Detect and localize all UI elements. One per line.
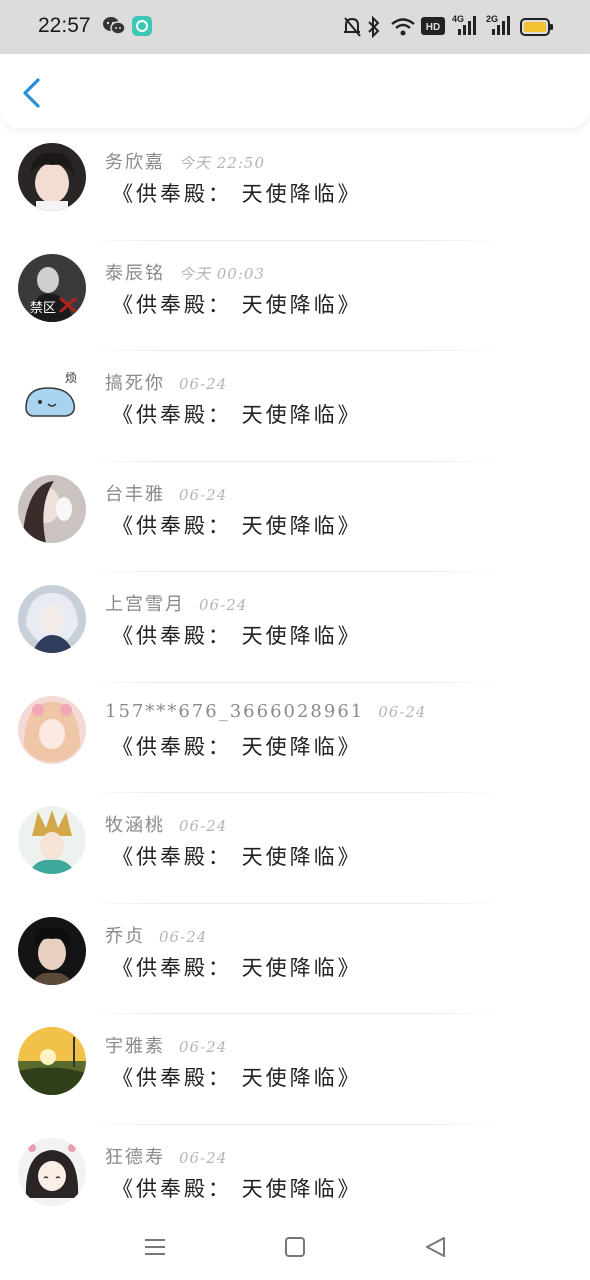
sender-name: 牧涵桃 xyxy=(105,815,165,836)
user-avatar[interactable] xyxy=(18,916,86,985)
user-avatar[interactable]: 禁区 xyxy=(18,253,86,322)
sender-name: 务欣嘉 xyxy=(105,152,165,173)
signal-4g-icon: 4G xyxy=(452,13,480,41)
message-meta: 泰辰铭 今天 00:03 xyxy=(105,259,265,285)
message-list: 务欣嘉 今天 22:50 《供奉殿： 天使降临》 禁区 泰辰铭 今天 00:03 《… xyxy=(0,130,590,1235)
bluetooth-icon xyxy=(366,15,382,42)
user-avatar[interactable] xyxy=(18,695,86,764)
user-avatar[interactable] xyxy=(18,474,86,543)
message-time: 06-24 xyxy=(179,1148,228,1167)
message-preview: 《供奉殿： 天使降临》 xyxy=(112,624,362,648)
status-bar: 22:57 HD 4G 2G xyxy=(0,0,590,54)
message-meta: 狂德寿 06-24 xyxy=(105,1143,227,1169)
message-row[interactable]: 上宫雪月 06-24 《供奉殿： 天使降临》 xyxy=(0,572,590,683)
wifi-icon xyxy=(390,16,416,42)
message-preview: 《供奉殿： 天使降临》 xyxy=(112,403,362,427)
message-meta: 宇雅素 06-24 xyxy=(105,1032,227,1058)
user-avatar[interactable]: 烦 xyxy=(18,364,86,432)
message-meta: 台丰雅 06-24 xyxy=(105,480,227,506)
message-row[interactable]: 务欣嘉 今天 22:50 《供奉殿： 天使降临》 xyxy=(0,130,590,241)
back-button[interactable] xyxy=(16,76,48,108)
app-notification-icon xyxy=(131,15,153,41)
hd-icon: HD xyxy=(421,17,445,39)
message-time: 06-24 xyxy=(179,1038,228,1056)
sender-name: 狂德寿 xyxy=(105,1146,165,1168)
status-time: 22:57 xyxy=(38,14,91,37)
menu-button[interactable] xyxy=(140,1232,170,1262)
message-meta: 务欣嘉 今天 22:50 xyxy=(105,148,265,174)
message-time: 06-24 xyxy=(159,927,208,946)
message-time: 今天 00:03 xyxy=(179,264,265,283)
message-time: 06-24 xyxy=(378,702,427,721)
message-row[interactable]: 宇雅素 06-24 《供奉殿： 天使降临》 xyxy=(0,1014,590,1125)
message-meta: 搞死你 06-24 xyxy=(105,369,227,395)
message-row[interactable]: 禁区 泰辰铭 今天 00:03 《供奉殿： 天使降临》 xyxy=(0,241,590,351)
message-meta: 上宫雪月 06-24 xyxy=(105,590,247,616)
sender-name: 上宫雪月 xyxy=(105,594,185,615)
message-row[interactable]: 乔贞 06-24 《供奉殿： 天使降临》 xyxy=(0,904,590,1014)
signal-2g-icon: 2G xyxy=(486,13,514,41)
message-time: 06-24 xyxy=(199,596,248,614)
back-triangle-icon xyxy=(426,1237,445,1257)
top-app-bar xyxy=(0,54,590,128)
back-nav-button[interactable] xyxy=(420,1232,450,1262)
avatar-label: 禁区 xyxy=(30,301,56,316)
message-preview: 《供奉殿： 天使降临》 xyxy=(112,955,362,980)
message-meta: 157***676_3666028961 06-24 xyxy=(105,701,426,722)
message-preview: 《供奉殿： 天使降临》 xyxy=(112,182,362,206)
net-label-4g: 4G xyxy=(452,14,464,24)
message-row[interactable]: 157***676_3666028961 06-24 《供奉殿： 天使降临》 xyxy=(0,683,590,793)
sender-name: 乔贞 xyxy=(105,925,145,947)
sender-name: 台丰雅 xyxy=(105,483,165,505)
user-avatar[interactable] xyxy=(18,585,86,653)
sender-name: 搞死你 xyxy=(105,373,165,394)
message-time: 06-24 xyxy=(179,375,228,393)
user-avatar[interactable] xyxy=(18,806,86,874)
message-row[interactable]: 牧涵桃 06-24 《供奉殿： 天使降临》 xyxy=(0,793,590,904)
message-preview: 《供奉殿： 天使降临》 xyxy=(112,292,362,317)
message-row[interactable]: 台丰雅 06-24 《供奉殿： 天使降临》 xyxy=(0,462,590,572)
battery-icon xyxy=(520,17,554,41)
home-button[interactable] xyxy=(280,1232,310,1262)
home-square-icon xyxy=(285,1237,305,1257)
message-preview: 《供奉殿： 天使降临》 xyxy=(112,845,362,869)
message-row[interactable]: 烦 搞死你 06-24 《供奉殿： 天使降临》 xyxy=(0,351,590,462)
avatar-label: 烦 xyxy=(65,371,77,385)
message-preview: 《供奉殿： 天使降临》 xyxy=(112,734,362,759)
sender-name: 宇雅素 xyxy=(105,1036,165,1057)
sender-name: 泰辰铭 xyxy=(105,262,165,284)
sender-name: 157***676_3666028961 xyxy=(105,700,365,722)
net-label-2g: 2G xyxy=(486,14,498,24)
user-avatar[interactable] xyxy=(18,1137,86,1206)
system-nav-bar xyxy=(0,1218,590,1280)
message-preview: 《供奉殿： 天使降临》 xyxy=(112,513,362,538)
message-time: 今天 22:50 xyxy=(179,154,265,172)
message-preview: 《供奉殿： 天使降临》 xyxy=(112,1176,362,1201)
mute-icon xyxy=(342,16,362,42)
user-avatar[interactable] xyxy=(18,1027,86,1095)
wechat-icon xyxy=(102,15,126,41)
message-preview: 《供奉殿： 天使降临》 xyxy=(112,1066,362,1090)
message-time: 06-24 xyxy=(179,817,228,835)
menu-icon xyxy=(145,1239,165,1255)
message-meta: 牧涵桃 06-24 xyxy=(105,811,227,837)
message-time: 06-24 xyxy=(179,485,228,504)
chevron-left-icon xyxy=(23,78,40,108)
user-avatar[interactable] xyxy=(18,143,86,211)
hd-label: HD xyxy=(426,22,440,33)
message-meta: 乔贞 06-24 xyxy=(105,922,207,948)
